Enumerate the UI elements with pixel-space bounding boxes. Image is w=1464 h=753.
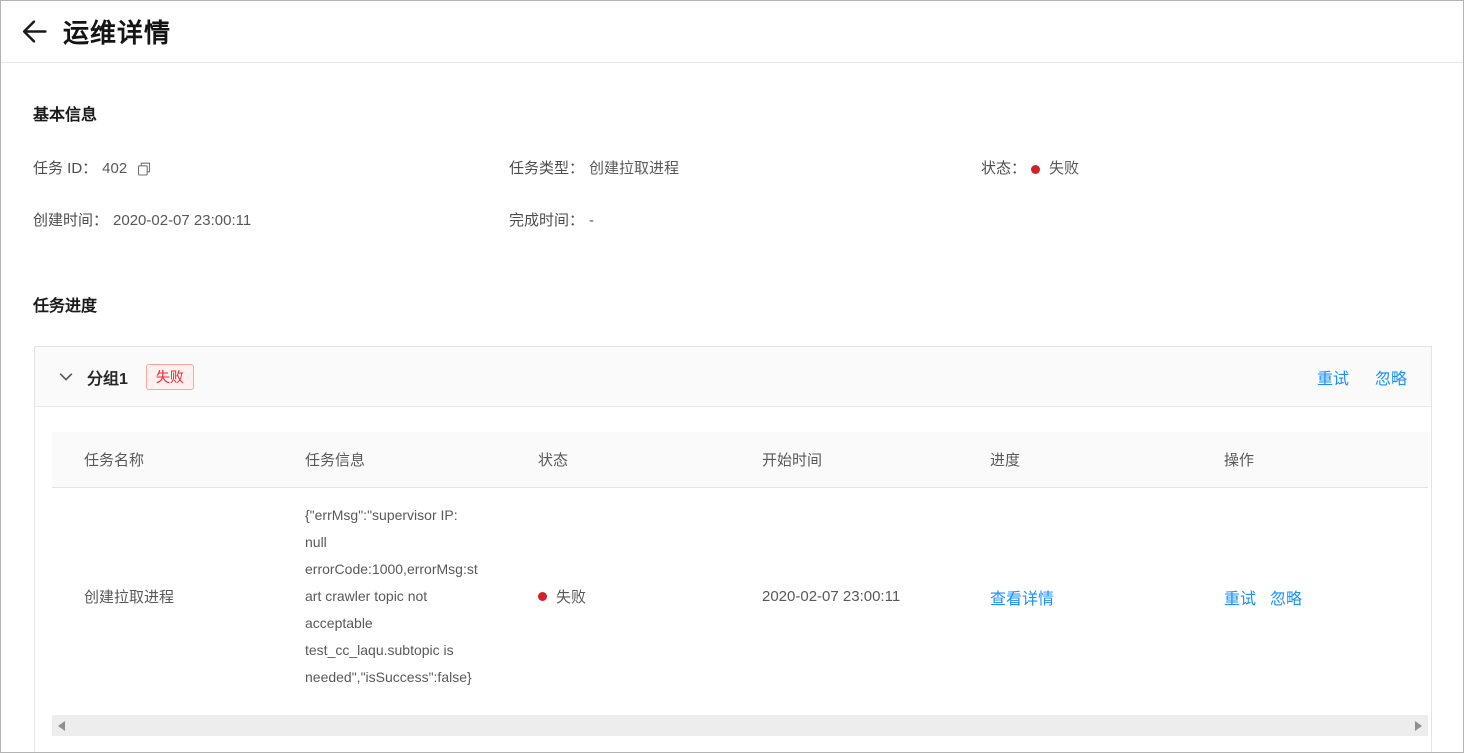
group-actions: 重试 忽略 (1317, 365, 1407, 389)
status-badge: 失败 (1049, 159, 1079, 179)
copy-icon[interactable] (136, 161, 152, 177)
status-dot-icon (1031, 165, 1040, 174)
group-ignore-button[interactable]: 忽略 (1375, 365, 1407, 389)
field-label: 任务 ID： (33, 159, 97, 179)
task-table: 任务名称 任务信息 状态 开始时间 进度 操作 创建拉取进程 {"errMsg"… (52, 432, 1428, 705)
collapse-toggle[interactable] (59, 372, 73, 382)
status-indicator: 失败 (1031, 159, 1079, 179)
task-info-line: test_cc_laqu.subtopic is (305, 637, 506, 664)
field-status: 状态： 失败 (981, 159, 1431, 179)
field-value: - (589, 211, 594, 231)
cell-status: 失败 (506, 586, 730, 607)
field-create-time: 创建时间： 2020-02-07 23:00:11 (33, 211, 509, 231)
field-value: 402 (102, 159, 127, 179)
basic-info-title: 基本信息 (33, 101, 1431, 125)
task-info-line: needed","isSuccess":false} (305, 664, 506, 691)
column-header-task-name: 任务名称 (52, 449, 273, 470)
chevron-down-icon (59, 372, 73, 382)
cell-task-name: 创建拉取进程 (52, 586, 273, 607)
field-label: 完成时间： (509, 211, 584, 231)
back-button[interactable] (17, 15, 51, 49)
field-task-type: 任务类型： 创建拉取进程 (509, 159, 981, 179)
task-info-line: art crawler topic not (305, 583, 506, 610)
page: 运维详情 基本信息 任务 ID： 402 任务类型： 创建拉取进程 状态 (0, 0, 1464, 753)
status-indicator: 失败 (538, 586, 586, 607)
column-header-progress: 进度 (958, 449, 1192, 470)
horizontal-scrollbar[interactable] (52, 715, 1428, 736)
column-header-status: 状态 (506, 449, 730, 470)
task-info-line: errorCode:1000,errorMsg:st (305, 556, 506, 583)
group-name: 分组1 (87, 365, 128, 389)
field-label: 任务类型： (509, 159, 584, 179)
cell-operation: 重试 忽略 (1192, 585, 1428, 609)
view-details-link[interactable]: 查看详情 (990, 591, 1054, 608)
field-value: 创建拉取进程 (589, 159, 679, 179)
page-header: 运维详情 (1, 1, 1463, 63)
column-header-task-info: 任务信息 (273, 449, 506, 470)
column-header-start-time: 开始时间 (730, 449, 958, 470)
task-progress-title: 任务进度 (33, 292, 1431, 316)
table-row: 创建拉取进程 {"errMsg":"supervisor IP: null er… (52, 488, 1428, 705)
table-header-row: 任务名称 任务信息 状态 开始时间 进度 操作 (52, 432, 1428, 488)
task-info-message: {"errMsg":"supervisor IP: null errorCode… (305, 502, 506, 691)
field-label: 创建时间： (33, 211, 108, 231)
task-info-line: {"errMsg":"supervisor IP: (305, 502, 506, 529)
task-info-line: null (305, 529, 506, 556)
column-header-operation: 操作 (1192, 449, 1428, 470)
basic-info-grid: 任务 ID： 402 任务类型： 创建拉取进程 状态： 失败 (33, 159, 1431, 231)
status-badge: 失败 (556, 586, 586, 607)
row-ignore-button[interactable]: 忽略 (1270, 585, 1302, 609)
page-title: 运维详情 (63, 13, 171, 50)
row-actions: 重试 忽略 (1224, 585, 1428, 609)
main-content: 基本信息 任务 ID： 402 任务类型： 创建拉取进程 状态： (1, 63, 1463, 753)
task-info-line: acceptable (305, 610, 506, 637)
group-status-badge: 失败 (146, 364, 194, 390)
field-label: 状态： (981, 159, 1026, 179)
cell-task-info: {"errMsg":"supervisor IP: null errorCode… (273, 502, 506, 691)
group-panel-body: 任务名称 任务信息 状态 开始时间 进度 操作 创建拉取进程 {"errMsg"… (35, 407, 1431, 753)
cell-progress: 查看详情 (958, 585, 1192, 609)
group-panel-header: 分组1 失败 重试 忽略 (35, 347, 1431, 407)
group-panel: 分组1 失败 重试 忽略 任务名称 任务信息 状态 开始时间 进度 操作 (34, 346, 1432, 753)
scrollbar-left-arrow-icon[interactable] (58, 721, 65, 731)
group-retry-button[interactable]: 重试 (1317, 365, 1349, 389)
field-value: 2020-02-07 23:00:11 (113, 211, 251, 231)
scrollbar-right-arrow-icon[interactable] (1415, 721, 1422, 731)
row-retry-button[interactable]: 重试 (1224, 585, 1256, 609)
arrow-left-icon (21, 18, 48, 45)
cell-start-time: 2020-02-07 23:00:11 (730, 588, 958, 605)
field-task-id: 任务 ID： 402 (33, 159, 509, 179)
status-dot-icon (538, 592, 547, 601)
field-finish-time: 完成时间： - (509, 211, 981, 231)
